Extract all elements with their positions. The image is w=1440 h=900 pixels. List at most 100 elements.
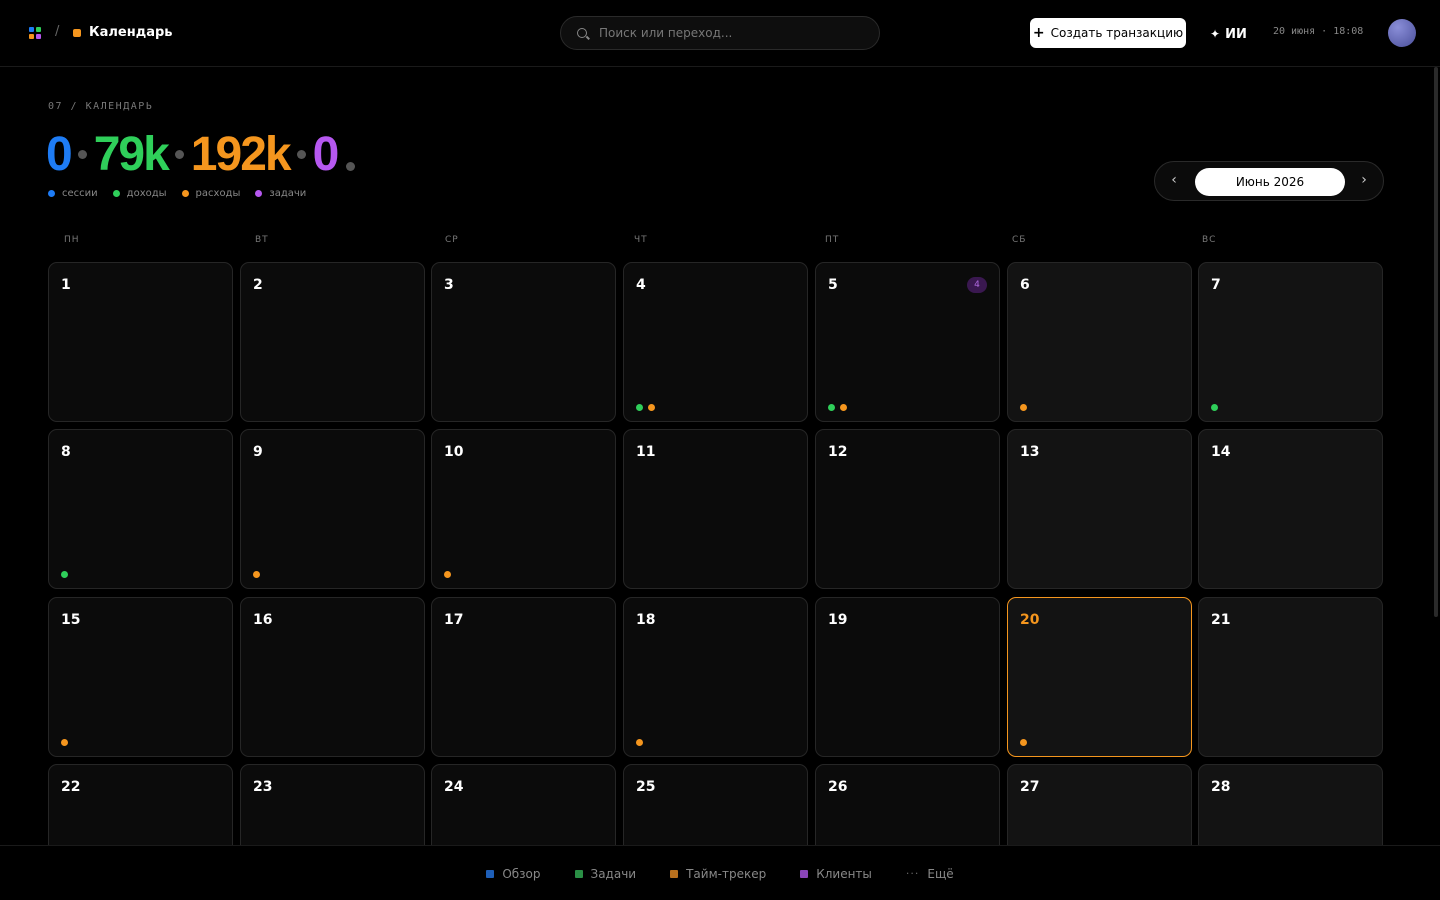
nav-color-icon — [574, 869, 583, 878]
stat-separator-dot — [77, 149, 87, 159]
calendar-day[interactable]: 19 — [815, 597, 1000, 757]
chevron-left-icon[interactable]: ‹ — [1166, 172, 1182, 190]
calendar-day[interactable]: 15 — [48, 597, 233, 757]
bottom-nav-item[interactable]: Клиенты — [800, 867, 872, 881]
calendar-day[interactable]: 14 — [1198, 429, 1383, 589]
calendar-day[interactable]: 12 — [815, 429, 1000, 589]
income-dot — [828, 404, 835, 411]
calendar-day[interactable]: 2 — [240, 262, 425, 422]
bottom-bar: Обзор Задачи Тайм-трекер Клиенты ··· Ещё — [0, 845, 1440, 900]
income-dot — [61, 571, 68, 578]
more-icon: ··· — [905, 867, 920, 880]
legend-dot — [48, 190, 55, 197]
stat-value: 0 — [46, 127, 73, 181]
calendar-day[interactable]: 1 — [48, 262, 233, 422]
legend-label: задачи — [269, 188, 307, 199]
calendar-day[interactable]: 28 — [1198, 764, 1383, 846]
top-bar: / Календарь + Создать транзакцию ✦ ИИ 20… — [0, 0, 1440, 67]
app-grid-square — [36, 34, 41, 39]
stat-value: 79k — [93, 127, 170, 181]
event-indicators — [636, 404, 655, 411]
expense-dot — [253, 571, 260, 578]
day-number: 18 — [636, 612, 656, 628]
calendar-day[interactable]: 9 — [240, 429, 425, 589]
calendar-day[interactable]: 18 — [623, 597, 808, 757]
legend-label: расходы — [195, 188, 241, 199]
day-number: 23 — [253, 779, 273, 795]
calendar-day[interactable]: 25 — [623, 764, 808, 846]
legend-dot — [181, 190, 189, 197]
calendar-day[interactable]: 3 — [431, 262, 616, 422]
stat-separator-dot — [346, 161, 356, 171]
calendar-day[interactable]: 26 — [815, 764, 1000, 846]
app-grid-icon[interactable] — [29, 27, 41, 39]
current-month-label[interactable]: Июнь 2026 — [1195, 168, 1345, 196]
bottom-nav-label: Обзор — [502, 866, 541, 881]
day-number: 15 — [61, 612, 81, 628]
bottom-nav-more[interactable]: ··· Ещё — [906, 867, 954, 881]
day-number: 26 — [828, 779, 848, 795]
day-number: 12 — [828, 444, 848, 460]
day-number: 16 — [253, 612, 273, 628]
expense-dot — [1020, 404, 1027, 411]
calendar-day[interactable]: 23 — [240, 764, 425, 846]
expense-dot — [648, 404, 655, 411]
bottom-nav-item[interactable]: Тайм-трекер — [670, 867, 766, 881]
nav-color-icon — [486, 869, 495, 878]
weekday-label: СР — [445, 235, 459, 245]
plus-icon: + — [1032, 25, 1045, 41]
calendar-day[interactable]: 27 — [1007, 764, 1192, 846]
calendar-day[interactable]: 7 — [1198, 262, 1383, 422]
app-grid-square — [36, 27, 41, 32]
legend-item: задачи — [255, 188, 306, 199]
day-number: 17 — [444, 612, 464, 628]
search-box[interactable] — [560, 16, 880, 50]
stat-separator-dot — [174, 149, 184, 159]
legend-item: сессии — [48, 188, 98, 199]
stats-legend: сессии доходы расходы задачи — [48, 188, 306, 199]
stat-separator-dot — [296, 149, 306, 159]
calendar-day[interactable]: 11 — [623, 429, 808, 589]
nav-color-icon — [800, 869, 809, 878]
bottom-nav-item[interactable]: Задачи — [574, 867, 636, 881]
scrollbar[interactable] — [1434, 67, 1438, 617]
calendar-day[interactable]: 6 — [1007, 262, 1192, 422]
day-number: 8 — [61, 444, 71, 460]
bottom-nav-label: Клиенты — [816, 866, 872, 881]
ai-button[interactable]: ✦ ИИ — [1210, 24, 1247, 44]
create-transaction-label: Создать транзакцию — [1050, 26, 1184, 40]
chevron-right-icon[interactable]: › — [1356, 172, 1372, 190]
day-number: 9 — [253, 444, 263, 460]
legend-item: расходы — [181, 188, 241, 199]
expense-dot — [840, 404, 847, 411]
weekday-header: ПН ВТ СР ЧТ ПТ СБ ВС — [48, 235, 1384, 249]
expense-dot — [444, 571, 451, 578]
calendar-day[interactable]: 22 — [48, 764, 233, 846]
calendar-day[interactable]: 54 — [815, 262, 1000, 422]
avatar[interactable] — [1388, 19, 1416, 47]
day-number: 3 — [444, 277, 454, 293]
day-number: 4 — [636, 277, 646, 293]
calendar-day[interactable]: 13 — [1007, 429, 1192, 589]
ai-button-label: ИИ — [1225, 26, 1247, 42]
calendar-day[interactable]: 4 — [623, 262, 808, 422]
calendar-grid: 1 2 3 4 5 4 6 7 8 9 10 11 12 13 14 15 16 17 18 19 20 21 22 23 24… — [48, 262, 1384, 846]
event-indicators — [61, 739, 68, 746]
calendar-day[interactable]: 21 — [1198, 597, 1383, 757]
task-count-badge: 4 — [967, 277, 987, 293]
calendar-day[interactable]: 8 — [48, 429, 233, 589]
day-number: 10 — [444, 444, 464, 460]
calendar-day[interactable]: 10 — [431, 429, 616, 589]
bottom-nav-item[interactable]: Обзор — [486, 866, 541, 881]
search-input[interactable] — [599, 25, 869, 41]
weekday-label: СБ — [1012, 235, 1027, 245]
expense-dot — [61, 739, 68, 746]
create-transaction-button[interactable]: + Создать транзакцию — [1030, 18, 1186, 48]
calendar-day[interactable]: 17 — [431, 597, 616, 757]
calendar-day[interactable]: 20 — [1007, 597, 1192, 757]
day-number: 6 — [1020, 277, 1030, 293]
calendar-day[interactable]: 16 — [240, 597, 425, 757]
calendar-day[interactable]: 24 — [431, 764, 616, 846]
page-title: Календарь — [89, 25, 173, 40]
day-number: 7 — [1211, 277, 1221, 293]
